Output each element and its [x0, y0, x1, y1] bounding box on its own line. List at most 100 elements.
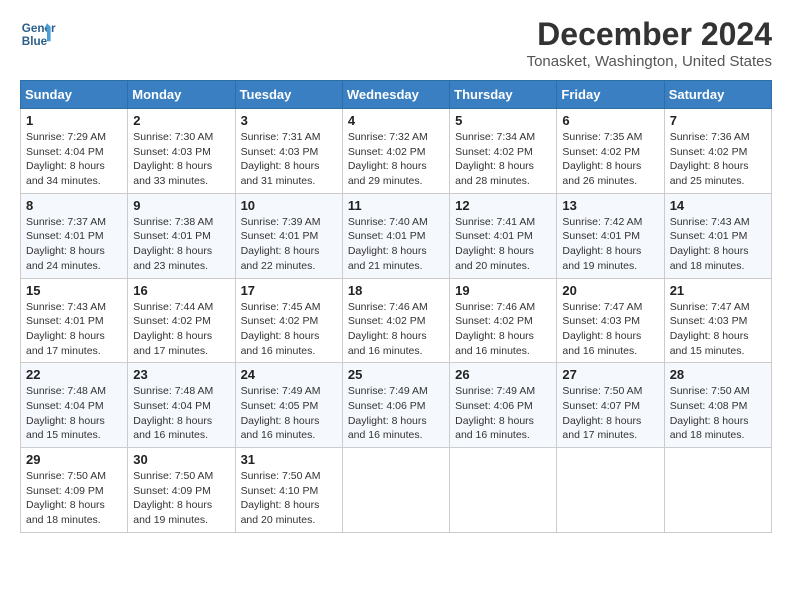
calendar-cell: 10 Sunrise: 7:39 AMSunset: 4:01 PMDayligh… [235, 193, 342, 278]
day-info: Sunrise: 7:48 AMSunset: 4:04 PMDaylight:… [133, 384, 229, 443]
day-info: Sunrise: 7:41 AMSunset: 4:01 PMDaylight:… [455, 215, 551, 274]
day-number: 5 [455, 113, 551, 128]
calendar-cell: 3Sunrise: 7:31 AMSunset: 4:03 PMDaylight… [235, 109, 342, 194]
day-number: 8 [26, 198, 122, 213]
day-info: Sunrise: 7:45 AMSunset: 4:02 PMDaylight:… [241, 300, 337, 359]
logo: General Blue [20, 16, 56, 52]
day-number: 14 [670, 198, 766, 213]
day-header-sunday: Sunday [21, 81, 128, 109]
day-number: 25 [348, 367, 444, 382]
days-header-row: SundayMondayTuesdayWednesdayThursdayFrid… [21, 81, 772, 109]
day-info: Sunrise: 7:39 AMSunset: 4:01 PMDaylight:… [241, 215, 337, 274]
day-number: 30 [133, 452, 229, 467]
calendar-cell: 20 Sunrise: 7:47 AMSunset: 4:03 PMDayligh… [557, 278, 664, 363]
day-info: Sunrise: 7:35 AMSunset: 4:02 PMDaylight:… [562, 130, 658, 189]
calendar-cell: 28Sunrise: 7:50 AMSunset: 4:08 PMDayligh… [664, 363, 771, 448]
calendar-cell: 8 Sunrise: 7:37 AMSunset: 4:01 PMDaylight… [21, 193, 128, 278]
day-number: 2 [133, 113, 229, 128]
calendar-cell: 22Sunrise: 7:48 AMSunset: 4:04 PMDayligh… [21, 363, 128, 448]
day-number: 13 [562, 198, 658, 213]
header: General Blue December 2024 Tonasket, Was… [20, 16, 772, 70]
day-number: 23 [133, 367, 229, 382]
day-info: Sunrise: 7:50 AMSunset: 4:10 PMDaylight:… [241, 469, 337, 528]
day-info: Sunrise: 7:43 AMSunset: 4:01 PMDaylight:… [670, 215, 766, 274]
title-area: December 2024 Tonasket, Washington, Unit… [527, 16, 772, 70]
day-number: 24 [241, 367, 337, 382]
day-info: Sunrise: 7:49 AMSunset: 4:05 PMDaylight:… [241, 384, 337, 443]
day-header-friday: Friday [557, 81, 664, 109]
svg-text:Blue: Blue [22, 35, 48, 48]
calendar-cell: 7Sunrise: 7:36 AMSunset: 4:02 PMDaylight… [664, 109, 771, 194]
day-info: Sunrise: 7:40 AMSunset: 4:01 PMDaylight:… [348, 215, 444, 274]
day-info: Sunrise: 7:50 AMSunset: 4:09 PMDaylight:… [133, 469, 229, 528]
day-number: 6 [562, 113, 658, 128]
day-info: Sunrise: 7:37 AMSunset: 4:01 PMDaylight:… [26, 215, 122, 274]
svg-text:General: General [22, 22, 56, 35]
week-row-2: 8 Sunrise: 7:37 AMSunset: 4:01 PMDaylight… [21, 193, 772, 278]
calendar-cell [342, 448, 449, 533]
day-number: 21 [670, 283, 766, 298]
day-info: Sunrise: 7:50 AMSunset: 4:07 PMDaylight:… [562, 384, 658, 443]
day-number: 1 [26, 113, 122, 128]
day-info: Sunrise: 7:43 AMSunset: 4:01 PMDaylight:… [26, 300, 122, 359]
calendar-cell: 31 Sunrise: 7:50 AMSunset: 4:10 PMDayligh… [235, 448, 342, 533]
location-title: Tonasket, Washington, United States [527, 53, 772, 70]
calendar-cell [450, 448, 557, 533]
calendar-table: SundayMondayTuesdayWednesdayThursdayFrid… [20, 80, 772, 533]
logo-icon: General Blue [20, 16, 56, 52]
day-info: Sunrise: 7:49 AMSunset: 4:06 PMDaylight:… [455, 384, 551, 443]
calendar-cell: 17Sunrise: 7:45 AMSunset: 4:02 PMDayligh… [235, 278, 342, 363]
calendar-cell: 9Sunrise: 7:38 AMSunset: 4:01 PMDaylight… [128, 193, 235, 278]
calendar-cell: 13 Sunrise: 7:42 AMSunset: 4:01 PMDayligh… [557, 193, 664, 278]
calendar-cell [664, 448, 771, 533]
day-header-tuesday: Tuesday [235, 81, 342, 109]
day-info: Sunrise: 7:29 AMSunset: 4:04 PMDaylight:… [26, 130, 122, 189]
day-info: Sunrise: 7:47 AMSunset: 4:03 PMDaylight:… [670, 300, 766, 359]
day-number: 22 [26, 367, 122, 382]
day-number: 18 [348, 283, 444, 298]
day-info: Sunrise: 7:36 AMSunset: 4:02 PMDaylight:… [670, 130, 766, 189]
day-info: Sunrise: 7:31 AMSunset: 4:03 PMDaylight:… [241, 130, 337, 189]
calendar-cell: 27 Sunrise: 7:50 AMSunset: 4:07 PMDayligh… [557, 363, 664, 448]
calendar-cell: 14 Sunrise: 7:43 AMSunset: 4:01 PMDayligh… [664, 193, 771, 278]
week-row-1: 1 Sunrise: 7:29 AMSunset: 4:04 PMDaylight… [21, 109, 772, 194]
month-title: December 2024 [527, 16, 772, 53]
day-info: Sunrise: 7:44 AMSunset: 4:02 PMDaylight:… [133, 300, 229, 359]
day-info: Sunrise: 7:30 AMSunset: 4:03 PMDaylight:… [133, 130, 229, 189]
day-number: 11 [348, 198, 444, 213]
day-number: 4 [348, 113, 444, 128]
day-number: 26 [455, 367, 551, 382]
day-info: Sunrise: 7:50 AMSunset: 4:09 PMDaylight:… [26, 469, 122, 528]
calendar-cell: 24 Sunrise: 7:49 AMSunset: 4:05 PMDayligh… [235, 363, 342, 448]
calendar-cell: 6 Sunrise: 7:35 AMSunset: 4:02 PMDaylight… [557, 109, 664, 194]
calendar-cell: 25Sunrise: 7:49 AMSunset: 4:06 PMDayligh… [342, 363, 449, 448]
day-number: 29 [26, 452, 122, 467]
calendar-cell: 12Sunrise: 7:41 AMSunset: 4:01 PMDayligh… [450, 193, 557, 278]
calendar-cell: 1 Sunrise: 7:29 AMSunset: 4:04 PMDaylight… [21, 109, 128, 194]
day-info: Sunrise: 7:46 AMSunset: 4:02 PMDaylight:… [455, 300, 551, 359]
week-row-4: 22 Sunrise: 7:48 AMSunset: 4:04 PMDayligh… [21, 363, 772, 448]
calendar-cell: 5 Sunrise: 7:34 AMSunset: 4:02 PMDaylight… [450, 109, 557, 194]
day-number: 27 [562, 367, 658, 382]
day-number: 31 [241, 452, 337, 467]
day-info: Sunrise: 7:47 AMSunset: 4:03 PMDaylight:… [562, 300, 658, 359]
calendar-cell: 23 Sunrise: 7:48 AMSunset: 4:04 PMDayligh… [128, 363, 235, 448]
calendar-cell: 18 Sunrise: 7:46 AMSunset: 4:02 PMDayligh… [342, 278, 449, 363]
day-info: Sunrise: 7:32 AMSunset: 4:02 PMDaylight:… [348, 130, 444, 189]
calendar-cell: 16Sunrise: 7:44 AMSunset: 4:02 PMDayligh… [128, 278, 235, 363]
calendar-cell [557, 448, 664, 533]
week-row-3: 15Sunrise: 7:43 AMSunset: 4:01 PMDayligh… [21, 278, 772, 363]
day-number: 9 [133, 198, 229, 213]
day-info: Sunrise: 7:46 AMSunset: 4:02 PMDaylight:… [348, 300, 444, 359]
calendar-cell: 26 Sunrise: 7:49 AMSunset: 4:06 PMDayligh… [450, 363, 557, 448]
calendar-cell: 11 Sunrise: 7:40 AMSunset: 4:01 PMDayligh… [342, 193, 449, 278]
day-number: 19 [455, 283, 551, 298]
day-number: 10 [241, 198, 337, 213]
day-number: 20 [562, 283, 658, 298]
day-info: Sunrise: 7:34 AMSunset: 4:02 PMDaylight:… [455, 130, 551, 189]
day-header-wednesday: Wednesday [342, 81, 449, 109]
day-header-monday: Monday [128, 81, 235, 109]
day-info: Sunrise: 7:42 AMSunset: 4:01 PMDaylight:… [562, 215, 658, 274]
calendar-cell: 4 Sunrise: 7:32 AMSunset: 4:02 PMDaylight… [342, 109, 449, 194]
day-number: 28 [670, 367, 766, 382]
